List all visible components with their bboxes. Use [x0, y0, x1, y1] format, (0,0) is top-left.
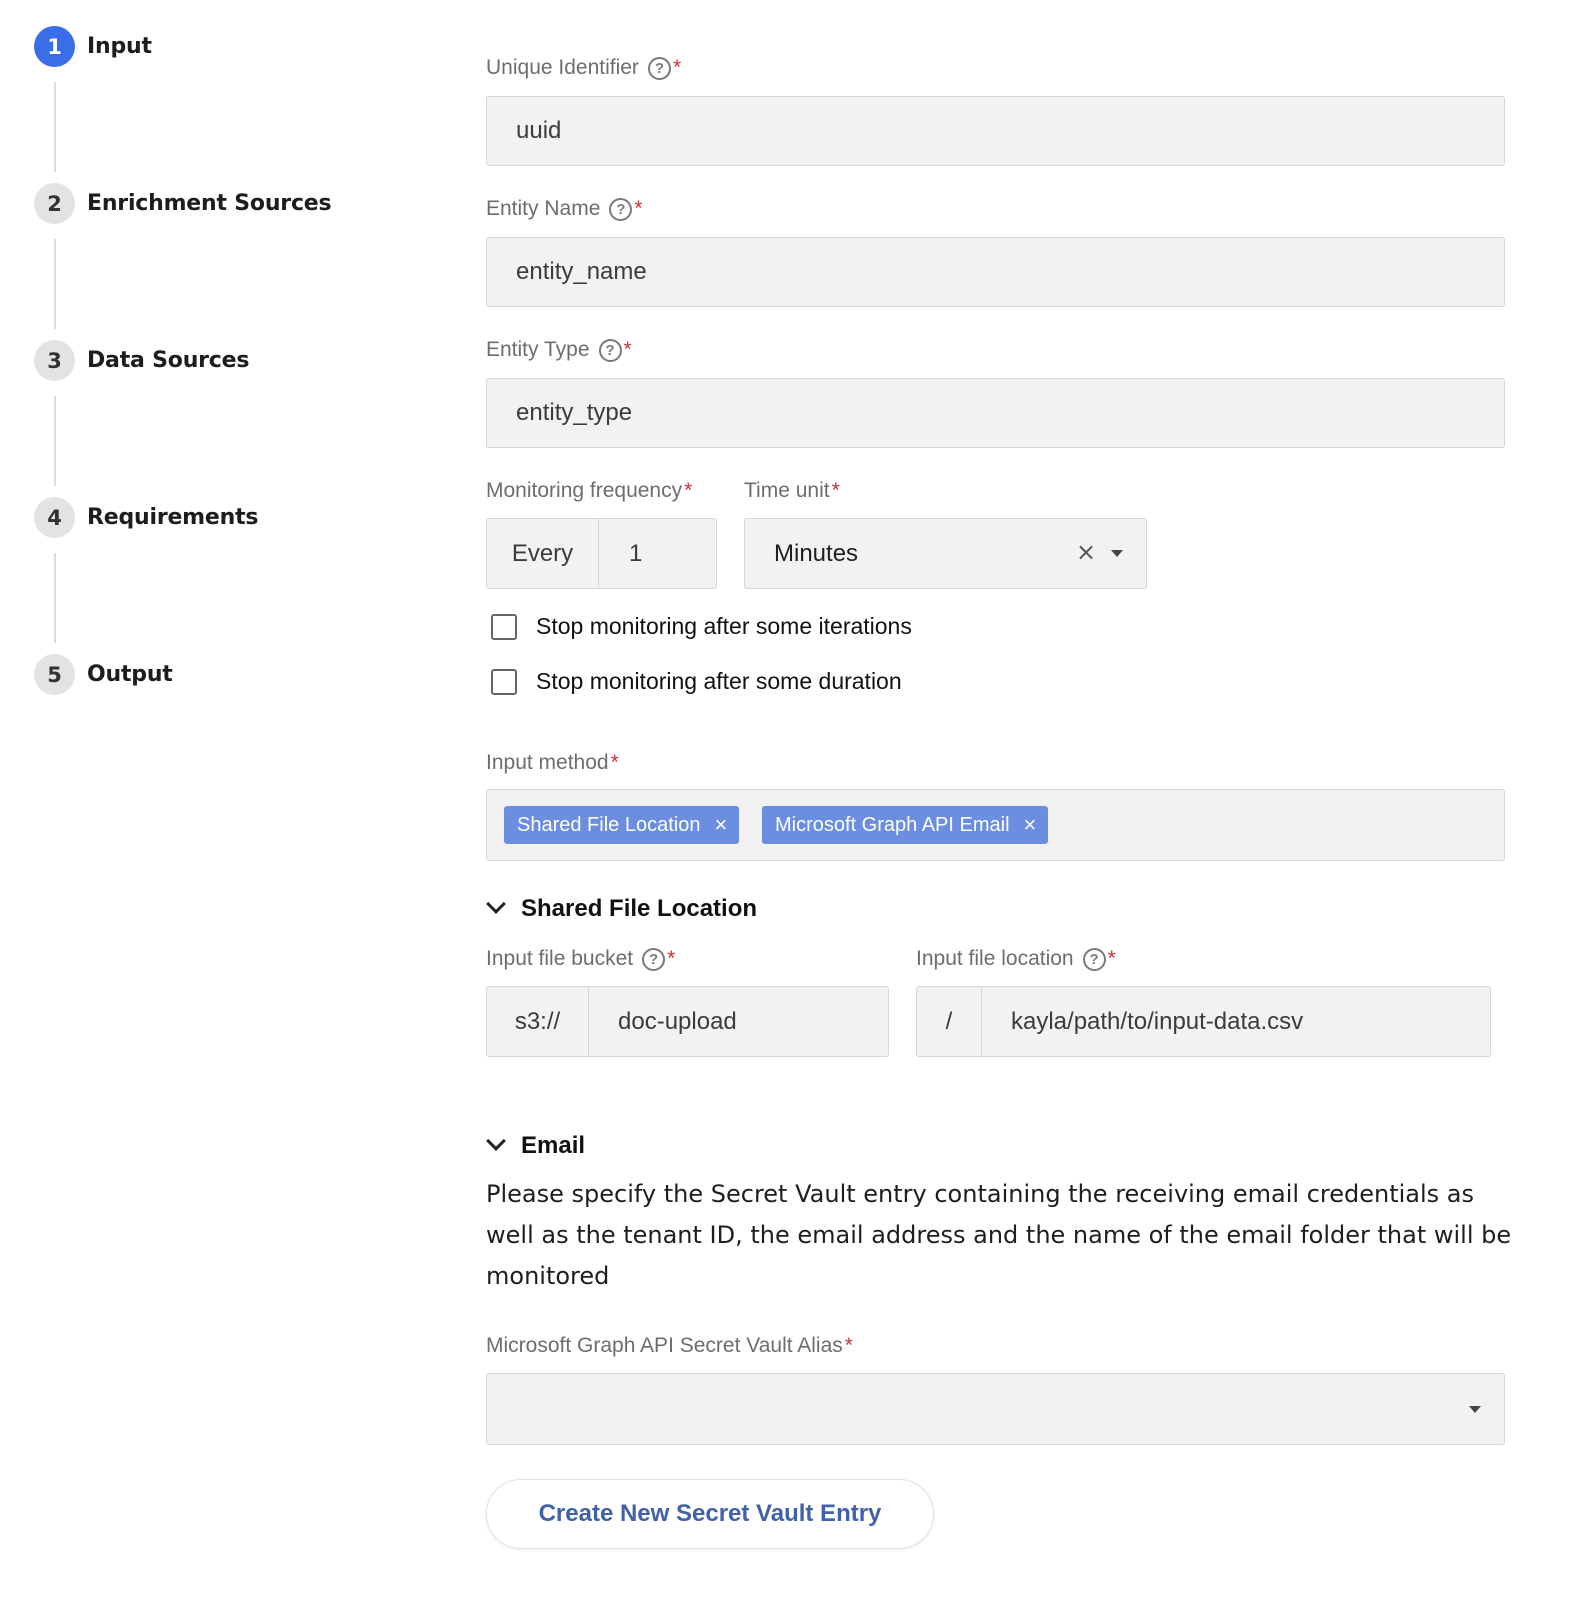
chip-remove-icon[interactable]: ×	[714, 812, 727, 838]
field-label-text: Entity Name	[486, 197, 601, 220]
location-value[interactable]: kayla/path/to/input-data.csv	[982, 987, 1303, 1056]
required-mark: *	[623, 338, 632, 361]
stop-duration-option[interactable]: Stop monitoring after some duration	[491, 668, 902, 695]
unique-identifier-input[interactable]: uuid	[486, 96, 1505, 166]
required-mark: *	[1107, 947, 1116, 970]
step-number: 5	[34, 654, 75, 695]
input-file-bucket-input[interactable]: s3:// doc-upload	[486, 986, 889, 1057]
email-description: Please specify the Secret Vault entry co…	[486, 1180, 1512, 1290]
vault-alias-select[interactable]	[486, 1373, 1505, 1445]
entity-type-label: Entity Type ? *	[486, 338, 632, 362]
required-mark: *	[831, 479, 840, 502]
step-number: 3	[34, 340, 75, 381]
step-output[interactable]: 5 Output	[34, 654, 354, 714]
input-value: entity_type	[516, 399, 633, 426]
required-mark: *	[634, 197, 643, 220]
field-label-text: Unique Identifier	[486, 56, 639, 79]
help-icon[interactable]: ?	[609, 197, 633, 221]
chip-microsoft-graph-api-email: Microsoft Graph API Email ×	[762, 806, 1049, 844]
field-label-text: Input method	[486, 751, 609, 774]
input-value: uuid	[516, 117, 562, 144]
bucket-prefix: s3://	[487, 987, 589, 1056]
vault-alias-label: Microsoft Graph API Secret Vault Alias *	[486, 1334, 853, 1358]
step-label: Input	[87, 34, 152, 59]
clear-icon[interactable]: ×	[1076, 538, 1096, 566]
chip-shared-file-location: Shared File Location ×	[504, 806, 740, 844]
help-icon[interactable]: ?	[1082, 947, 1106, 971]
input-file-bucket-label: Input file bucket ? *	[486, 947, 675, 971]
step-input[interactable]: 1 Input	[34, 26, 354, 183]
step-requirements[interactable]: 4 Requirements	[34, 497, 354, 654]
section-title: Email	[521, 1132, 586, 1159]
required-mark: *	[684, 479, 693, 502]
required-mark: *	[667, 947, 676, 970]
step-enrichment-sources[interactable]: 2 Enrichment Sources	[34, 183, 354, 340]
required-mark: *	[672, 56, 682, 79]
step-number: 2	[34, 183, 75, 224]
input-file-location-input[interactable]: / kayla/path/to/input-data.csv	[916, 986, 1491, 1057]
frequency-prefix: Every	[487, 519, 599, 588]
input-file-location-label: Input file location ? *	[916, 947, 1116, 971]
unique-identifier-label: Unique Identifier ? *	[486, 56, 681, 80]
step-number: 4	[34, 497, 75, 538]
checkbox-label: Stop monitoring after some duration	[536, 668, 902, 694]
help-icon[interactable]: ?	[647, 56, 671, 80]
step-connector	[54, 396, 56, 486]
required-mark: *	[844, 1334, 853, 1357]
location-prefix: /	[917, 987, 982, 1056]
select-value: Minutes	[774, 539, 859, 567]
chevron-down-icon[interactable]	[486, 894, 506, 914]
input-value: entity_name	[516, 258, 647, 285]
chevron-down-icon[interactable]	[486, 1131, 506, 1151]
time-unit-label: Time unit *	[744, 479, 840, 503]
help-icon[interactable]: ?	[598, 338, 622, 362]
stop-duration-checkbox[interactable]	[491, 668, 517, 695]
entity-type-input[interactable]: entity_type	[486, 378, 1505, 448]
step-label: Requirements	[87, 505, 259, 530]
field-label-text: Monitoring frequency	[486, 479, 683, 502]
input-method-label: Input method *	[486, 751, 619, 775]
bucket-value[interactable]: doc-upload	[589, 987, 737, 1056]
field-label-text: Microsoft Graph API Secret Vault Alias	[486, 1334, 843, 1357]
field-label-text: Time unit	[744, 479, 830, 502]
chip-remove-icon[interactable]: ×	[1024, 812, 1037, 838]
field-label-text: Input file bucket	[486, 947, 634, 970]
entity-name-label: Entity Name ? *	[486, 197, 643, 221]
email-section-header[interactable]: Email	[486, 1131, 586, 1160]
checkbox-label: Stop monitoring after some iterations	[536, 613, 912, 639]
field-label-text: Entity Type	[486, 338, 590, 361]
create-secret-vault-entry-button[interactable]: Create New Secret Vault Entry	[486, 1479, 934, 1549]
chevron-down-icon[interactable]	[1111, 550, 1123, 557]
monitoring-frequency-label: Monitoring frequency *	[486, 479, 692, 503]
step-connector	[54, 239, 56, 329]
entity-name-input[interactable]: entity_name	[486, 237, 1505, 307]
step-label: Output	[87, 662, 173, 687]
stop-iterations-checkbox[interactable]	[491, 613, 517, 640]
chip-label: Shared File Location	[517, 813, 701, 836]
field-label-text: Input file location	[916, 947, 1074, 970]
monitoring-frequency-input[interactable]: Every 1	[486, 518, 717, 589]
step-label: Data Sources	[87, 348, 250, 373]
shared-file-location-section-header[interactable]: Shared File Location	[486, 894, 758, 923]
stop-iterations-option[interactable]: Stop monitoring after some iterations	[491, 613, 912, 640]
required-mark: *	[610, 751, 619, 774]
help-icon[interactable]: ?	[642, 947, 666, 971]
chevron-down-icon[interactable]	[1469, 1406, 1481, 1413]
step-label: Enrichment Sources	[87, 191, 332, 216]
stepper: 1 Input 2 Enrichment Sources 3 Data Sour…	[34, 26, 354, 714]
chip-label: Microsoft Graph API Email	[775, 813, 1010, 836]
step-connector	[54, 82, 56, 172]
frequency-value[interactable]: 1	[599, 519, 642, 588]
section-title: Shared File Location	[521, 895, 758, 922]
step-connector	[54, 553, 56, 643]
step-number: 1	[34, 26, 75, 67]
step-data-sources[interactable]: 3 Data Sources	[34, 340, 354, 497]
